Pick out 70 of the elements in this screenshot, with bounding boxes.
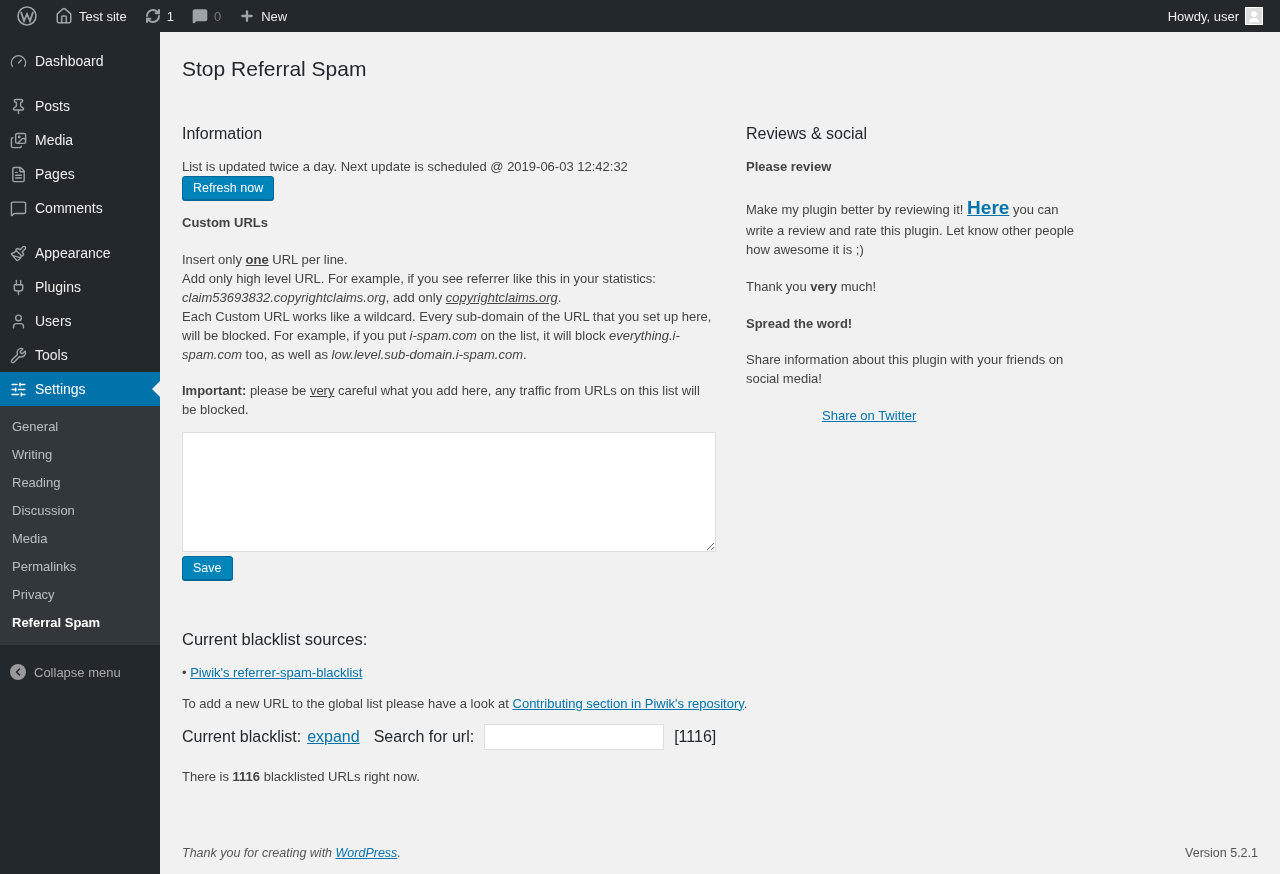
section-heading: Information xyxy=(182,124,264,145)
menu-item[interactable]: Comments xyxy=(0,191,160,225)
submenu-item[interactable]: General xyxy=(0,413,160,441)
menu-item[interactable]: Appearance xyxy=(0,236,160,270)
summary-text: There is 1116 blacklisted URLs right now. xyxy=(182,767,421,786)
footer-text: Thank you for creating with WordPress. xyxy=(182,844,401,862)
speech-bubble-icon xyxy=(10,199,27,217)
paragraph: Share information about this plugin with your friends on social media! xyxy=(746,351,1065,389)
paragraph: Spread the word! xyxy=(746,314,854,333)
text-link[interactable]: Contributing section in Piwik's repository xyxy=(512,695,744,711)
comments-link[interactable]: 0 xyxy=(182,0,231,32)
section-heading: Reviews & social xyxy=(746,124,868,145)
submenu-item[interactable]: Writing xyxy=(0,441,160,469)
paragraph: Thank you very much! xyxy=(746,277,878,296)
source-link[interactable]: Piwik's referrer-spam-blacklist xyxy=(190,665,363,680)
plus-icon xyxy=(239,8,256,24)
updates-link[interactable]: 1 xyxy=(135,0,183,32)
paragraph: Important: please be very careful what you add here, any traffic from URLs on this list will be blocked. xyxy=(182,382,701,420)
bullet: • xyxy=(182,665,187,680)
count-text: [1116] xyxy=(674,727,717,748)
collapse-menu-button[interactable]: Collapse menu xyxy=(0,656,160,688)
subheading: Custom URLs xyxy=(182,214,269,233)
menu-item[interactable]: Settings xyxy=(0,372,160,406)
blacklist-label: Current blacklist: xyxy=(182,727,302,748)
refresh-button[interactable]: Refresh now xyxy=(182,176,275,201)
paragraph: Insert only one URL per line. Add only high level URL. For example, if you see referrer like this in your statistics: claim53693832.copyrightclaims.org, add only copyrightclaims.org. Each Custom URL works like a wildcard. Every sub-domain of the URL that you set up here, will be blocked. For example, if you put i-spam.com on the list, it will block everything.i-spam.com too, as well as low.level.sub-domain.i-spam.com. xyxy=(182,251,713,364)
menu-item[interactable]: Tools xyxy=(0,338,160,372)
menu-item[interactable]: Dashboard xyxy=(0,44,160,78)
share-link[interactable]: Share on Twitter xyxy=(822,408,917,424)
paragraph: Make my plugin better by reviewing it! Here you can write a review and rate this plugin. Let know other people how awesome it is ;) xyxy=(746,196,1076,259)
search-label: Search for url: xyxy=(373,727,475,748)
home-icon xyxy=(55,7,73,25)
menu-item[interactable]: Pages xyxy=(0,157,160,191)
menu-item[interactable]: Users xyxy=(0,304,160,338)
avatar-icon xyxy=(1245,7,1263,25)
submenu-item[interactable]: Media xyxy=(0,525,160,553)
search-field[interactable] xyxy=(484,723,665,750)
submenu-item[interactable]: Privacy xyxy=(0,581,160,609)
page-title: Stop Referral Spam xyxy=(182,56,368,82)
new-link[interactable]: New xyxy=(230,0,297,32)
logo-icon[interactable] xyxy=(17,6,37,26)
save-button[interactable]: Save xyxy=(182,556,233,581)
menu-item[interactable]: Posts xyxy=(0,89,160,123)
site-link[interactable]: Test site xyxy=(46,0,136,32)
gauge-icon xyxy=(10,52,27,70)
submenu-item[interactable]: Discussion xyxy=(0,497,160,525)
images-icon xyxy=(10,131,27,149)
refresh-icon xyxy=(144,8,161,24)
section-heading: Current blacklist sources: xyxy=(182,629,369,651)
review-link[interactable]: Here xyxy=(967,197,1010,219)
version-text: Version 5.2.1 xyxy=(1185,844,1258,862)
wrench-icon xyxy=(10,346,27,364)
menu-item[interactable]: Plugins xyxy=(0,270,160,304)
paragraph: Please review xyxy=(746,157,833,176)
expand-link[interactable]: expand xyxy=(307,725,360,749)
menu-item[interactable]: Media xyxy=(0,123,160,157)
paintbrush-icon xyxy=(10,244,27,262)
submenu-item[interactable]: Reading xyxy=(0,469,160,497)
chevron-left-icon xyxy=(10,664,26,680)
account-link[interactable]: Howdy, user xyxy=(1158,0,1272,32)
schedule-text: List is updated twice a day. Next update is scheduled @ 2019-06-03 12:42:32 xyxy=(182,157,629,176)
sliders-icon xyxy=(10,380,27,398)
submenu-item[interactable]: Referral Spam xyxy=(0,609,160,637)
submenu-item[interactable]: Permalinks xyxy=(0,553,160,581)
custom-urls-field[interactable] xyxy=(182,432,716,553)
speech-bubble-icon xyxy=(191,8,208,24)
person-icon xyxy=(10,312,27,330)
page-icon xyxy=(10,165,27,183)
pin-icon xyxy=(10,97,27,115)
paragraph: To add a new URL to the global list please have a look at Contributing section in Piwik's repository. xyxy=(182,694,749,713)
